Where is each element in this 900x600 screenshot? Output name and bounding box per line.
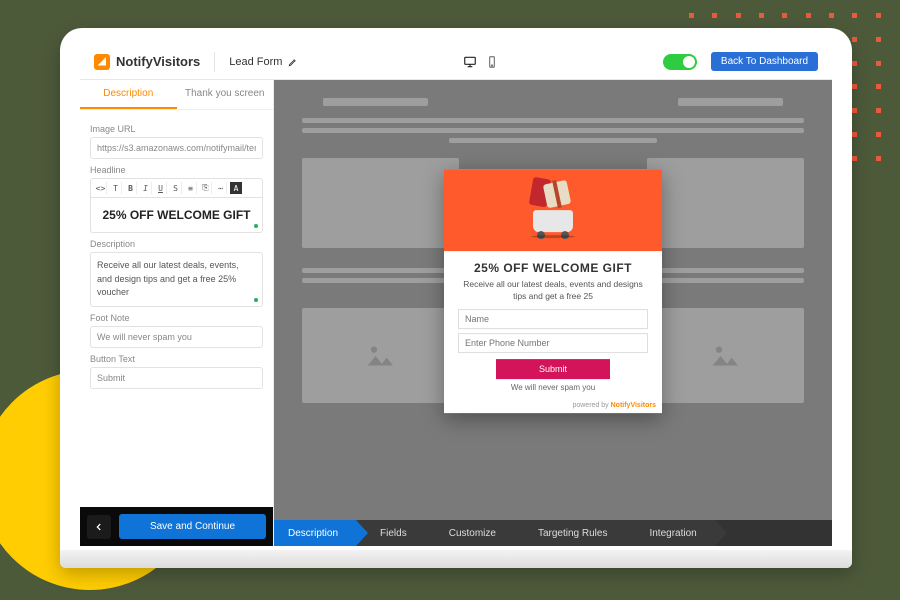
save-row: Save and Continue: [80, 507, 273, 546]
campaign-title[interactable]: Lead Form: [229, 56, 298, 68]
description-editor[interactable]: Receive all our latest deals, events, an…: [90, 252, 263, 307]
publish-toggle[interactable]: [663, 54, 697, 70]
editor-side-panel: Description Thank you screen Image URL H…: [80, 80, 274, 546]
step-customize[interactable]: Customize: [425, 520, 514, 546]
back-button[interactable]: [87, 515, 111, 539]
chevron-left-icon: [94, 522, 104, 532]
popup-description: Receive all our latest deals, events and…: [458, 279, 648, 303]
campaign-title-text: Lead Form: [229, 56, 282, 68]
step-integration[interactable]: Integration: [625, 520, 714, 546]
rte-list-icon[interactable]: ≡: [185, 182, 197, 194]
side-tabs: Description Thank you screen: [80, 80, 273, 110]
main-area: Description Thank you screen Image URL H…: [80, 80, 832, 546]
brand-name: NotifyVisitors: [116, 54, 200, 69]
save-and-continue-button[interactable]: Save and Continue: [119, 514, 266, 539]
laptop-base: [60, 550, 852, 568]
button-text-label: Button Text: [90, 354, 263, 364]
image-url-label: Image URL: [90, 124, 263, 134]
rte-toolbar[interactable]: <> T B I U S ≡ ⎘ ⋯ A: [90, 178, 263, 198]
popup-submit-button[interactable]: Submit: [496, 359, 610, 379]
footnote-input[interactable]: [90, 326, 263, 348]
preview-canvas: 25% OFF WELCOME GIFT Receive all our lat…: [274, 80, 832, 520]
desktop-icon[interactable]: [463, 55, 477, 69]
headline-editor-text: 25% OFF WELCOME GIFT: [102, 208, 250, 222]
description-editor-text: Receive all our latest deals, events, an…: [97, 260, 239, 297]
rte-bold-icon[interactable]: B: [125, 182, 137, 194]
tab-description[interactable]: Description: [80, 80, 177, 109]
side-form: Image URL Headline <> T B I U S ≡ ⎘: [80, 110, 273, 507]
popup-hero-image: [444, 169, 662, 251]
laptop-frame: ◢ NotifyVisitors Lead Form Back To Dashb…: [60, 28, 852, 568]
canvas-column: 25% OFF WELCOME GIFT Receive all our lat…: [274, 80, 832, 546]
cart-illustration-icon: [523, 180, 583, 240]
unsaved-indicator-icon: [254, 298, 258, 302]
rte-code-icon[interactable]: <>: [95, 182, 107, 194]
tab-thank-you[interactable]: Thank you screen: [177, 80, 274, 109]
back-to-dashboard-button[interactable]: Back To Dashboard: [711, 52, 818, 71]
mobile-icon[interactable]: [485, 55, 499, 69]
edit-icon: [288, 57, 298, 67]
app-screen: ◢ NotifyVisitors Lead Form Back To Dashb…: [80, 44, 832, 546]
headline-label: Headline: [90, 165, 263, 175]
divider: [214, 52, 215, 72]
footnote-label: Foot Note: [90, 313, 263, 323]
rte-text-icon[interactable]: T: [110, 182, 122, 194]
popup-phone-input[interactable]: [458, 333, 648, 353]
unsaved-indicator-icon: [254, 224, 258, 228]
step-description[interactable]: Description: [274, 520, 356, 546]
popup-name-input[interactable]: [458, 309, 648, 329]
button-text-input[interactable]: [90, 367, 263, 389]
rte-more-icon[interactable]: ⋯: [215, 182, 227, 194]
top-bar: ◢ NotifyVisitors Lead Form Back To Dashb…: [80, 44, 832, 80]
step-targeting-rules[interactable]: Targeting Rules: [514, 520, 625, 546]
popup-footnote: We will never spam you: [458, 383, 648, 392]
rte-strike-icon[interactable]: S: [170, 182, 182, 194]
brand-logo[interactable]: ◢ NotifyVisitors: [94, 54, 200, 70]
rte-color-icon[interactable]: A: [230, 182, 242, 194]
wizard-steps: Description Fields Customize Targeting R…: [274, 520, 832, 546]
device-preview-toggle[interactable]: [463, 55, 499, 69]
headline-editor[interactable]: 25% OFF WELCOME GIFT: [90, 198, 263, 233]
rte-link-icon[interactable]: ⎘: [200, 182, 212, 194]
rte-underline-icon[interactable]: U: [155, 182, 167, 194]
popup-headline: 25% OFF WELCOME GIFT: [458, 261, 648, 275]
popup-preview: 25% OFF WELCOME GIFT Receive all our lat…: [444, 169, 662, 413]
image-url-input[interactable]: [90, 137, 263, 159]
popup-powered-by: powered by NotifyVisitors: [444, 400, 662, 413]
rte-italic-icon[interactable]: I: [140, 182, 152, 194]
brand-mark-icon: ◢: [94, 54, 110, 70]
description-label: Description: [90, 239, 263, 249]
